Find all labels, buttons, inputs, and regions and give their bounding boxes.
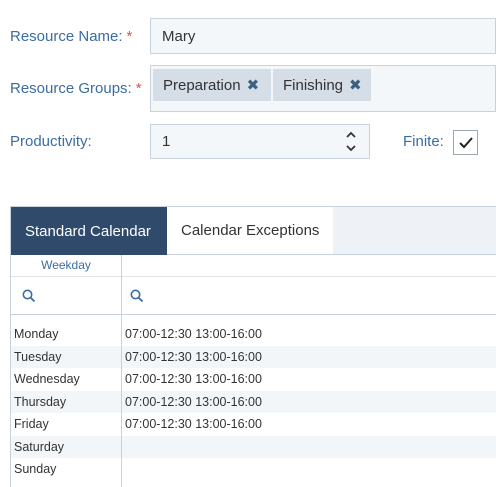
finite-label: Finite:: [403, 133, 444, 150]
resource-name-label: Resource Name: *: [10, 28, 132, 45]
table-row[interactable]: Sunday: [11, 458, 496, 481]
weekday-cell: Sunday: [14, 462, 57, 476]
checkmark-icon: [458, 136, 473, 148]
weekday-cell: Wednesday: [14, 372, 80, 386]
hours-cell: 07:00-12:30 13:00-16:00: [125, 349, 262, 364]
weekday-cell: Tuesday: [14, 349, 62, 364]
resource-name-label-text: Resource Name:: [10, 28, 123, 45]
productivity-label: Productivity:: [10, 133, 92, 150]
hours-cell: 07:00-12:30 13:00-16:00: [125, 417, 262, 431]
remove-tag-icon[interactable]: ✖: [247, 76, 260, 94]
finite-checkbox[interactable]: [453, 130, 478, 155]
resource-groups-label-text: Resource Groups:: [10, 80, 132, 97]
resource-name-field[interactable]: Mary: [150, 18, 496, 54]
hours-cell: 07:00-12:30 13:00-16:00: [125, 372, 262, 386]
tab-standard-calendar[interactable]: Standard Calendar: [11, 207, 167, 255]
tab-calendar-exceptions[interactable]: Calendar Exceptions: [167, 207, 334, 254]
filter-row: [11, 277, 496, 315]
resource-group-tag-label: Preparation: [163, 76, 241, 94]
search-icon[interactable]: [22, 289, 36, 303]
column-divider: [121, 255, 122, 487]
decrement-arrow-icon[interactable]: [345, 142, 357, 154]
weekday-cell: Thursday: [14, 394, 67, 409]
required-marker: *: [126, 28, 133, 45]
remove-tag-icon[interactable]: ✖: [349, 76, 362, 94]
table-row[interactable]: Tuesday 07:00-12:30 13:00-16:00: [11, 345, 496, 368]
table-row[interactable]: Thursday 07:00-12:30 13:00-16:00: [11, 390, 496, 413]
productivity-stepper: [345, 128, 357, 156]
table-row[interactable]: Friday 07:00-12:30 13:00-16:00: [11, 413, 496, 436]
hours-cell: 07:00-12:30 13:00-16:00: [125, 394, 262, 409]
resource-group-tag: Finishing ✖: [273, 69, 371, 101]
resource-groups-field[interactable]: Preparation ✖ Finishing ✖: [150, 65, 496, 112]
productivity-input[interactable]: 1: [150, 124, 370, 159]
calendar-tabs: Standard Calendar Calendar Exceptions: [11, 207, 496, 255]
productivity-value: 1: [162, 133, 171, 150]
calendar-panel: Standard Calendar Calendar Exceptions We…: [10, 206, 496, 487]
table-row[interactable]: Monday 07:00-12:30 13:00-16:00: [11, 323, 496, 346]
weekday-cell: Monday: [14, 327, 59, 341]
resource-group-tag: Preparation ✖: [153, 69, 271, 101]
search-icon[interactable]: [130, 289, 144, 303]
weekday-cell: Saturday: [14, 439, 65, 454]
grid-header: Weekday: [11, 255, 496, 277]
required-marker: *: [135, 80, 142, 97]
resource-group-tag-label: Finishing: [283, 76, 344, 94]
hours-cell: 07:00-12:30 13:00-16:00: [125, 327, 262, 341]
table-row[interactable]: Saturday: [11, 435, 496, 458]
resource-groups-label: Resource Groups: *: [10, 80, 142, 97]
increment-arrow-icon[interactable]: [345, 128, 357, 140]
weekday-cell: Friday: [14, 417, 49, 431]
resource-name-value: Mary: [162, 28, 196, 45]
weekday-column-header[interactable]: Weekday: [11, 258, 121, 272]
table-row[interactable]: Wednesday 07:00-12:30 13:00-16:00: [11, 368, 496, 391]
